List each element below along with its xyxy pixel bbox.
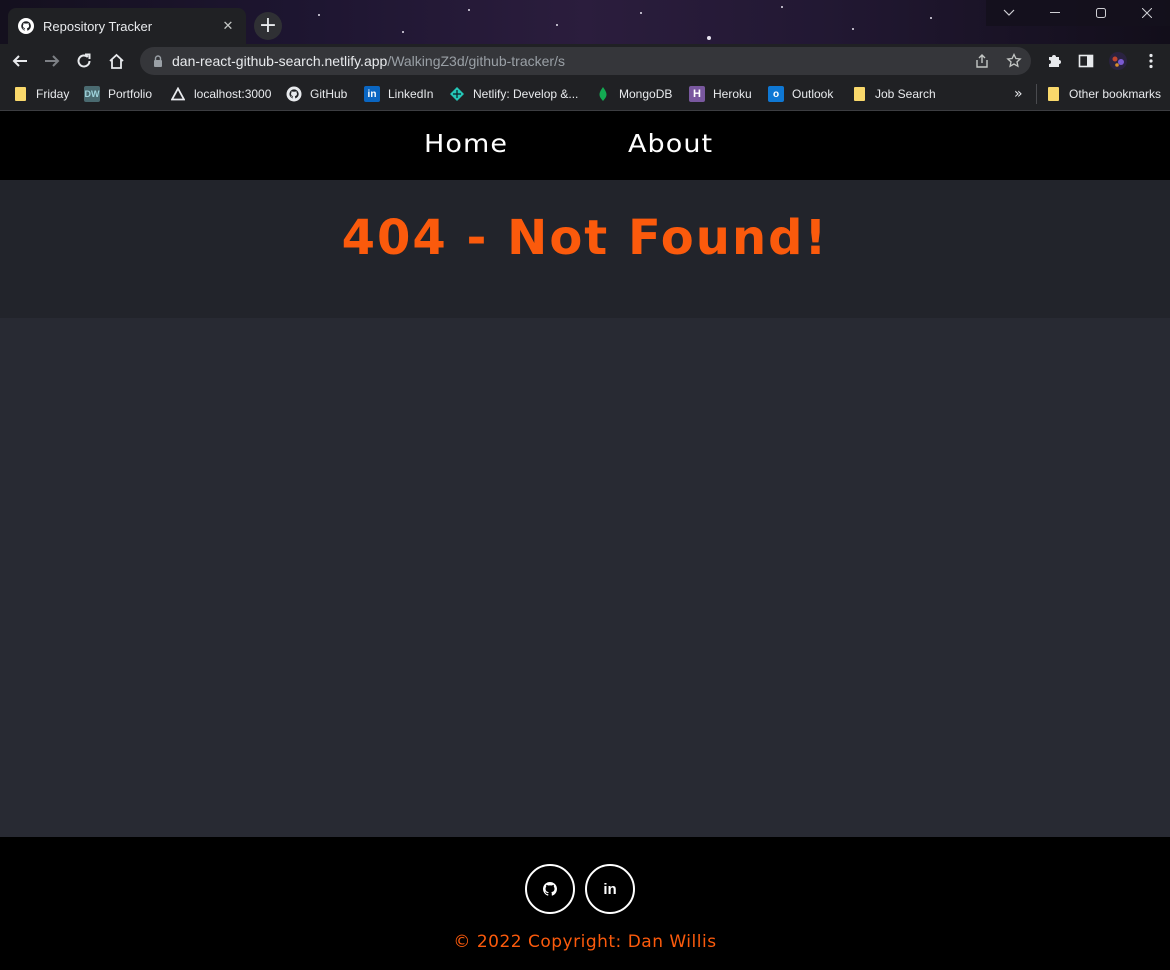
bookmark-label: GitHub — [310, 87, 348, 101]
bookmarks-overflow-button[interactable]: » — [1014, 85, 1023, 103]
background-star — [781, 6, 783, 8]
avatar-icon — [1109, 52, 1127, 70]
hero-banner: 404 - Not Found! — [0, 180, 1170, 318]
bookmark-heroku[interactable]: H Heroku — [689, 85, 752, 103]
github-social-button[interactable] — [525, 864, 575, 914]
browser-tab-active[interactable]: Repository Tracker ✕ — [8, 8, 246, 44]
site-navbar: Home About — [0, 111, 1170, 180]
folder-icon — [851, 86, 867, 102]
home-button[interactable] — [104, 49, 128, 73]
home-icon — [108, 53, 124, 69]
side-panel-icon — [1078, 54, 1094, 68]
window-controls — [986, 0, 1170, 26]
bookmark-localhost[interactable]: localhost:3000 — [170, 85, 271, 103]
main-content — [0, 318, 1170, 837]
folder-icon — [12, 86, 28, 102]
forward-button[interactable] — [40, 49, 64, 73]
browser-tabstrip: Repository Tracker ✕ + — [0, 0, 1170, 44]
close-icon — [1142, 8, 1152, 18]
bookmarks-bar: Friday DW Portfolio localhost:3000 GitHu… — [0, 78, 1170, 111]
outlook-icon: o — [768, 86, 784, 102]
background-star — [318, 14, 320, 16]
dw-icon: DW — [84, 86, 100, 102]
bookmarks-divider — [1036, 84, 1037, 104]
minimize-button[interactable] — [1032, 0, 1078, 26]
bookmark-linkedin[interactable]: in LinkedIn — [364, 85, 433, 103]
bookmark-portfolio[interactable]: DW Portfolio — [84, 85, 152, 103]
background-star — [640, 12, 642, 14]
bookmark-other-bookmarks[interactable]: Other bookmarks — [1045, 85, 1161, 103]
menu-button[interactable] — [1139, 49, 1163, 73]
extensions-button[interactable] — [1042, 49, 1066, 73]
chevron-down-icon — [1003, 9, 1015, 16]
bookmark-label: Outlook — [792, 87, 834, 101]
restore-button[interactable] — [1078, 0, 1124, 26]
background-star — [468, 9, 470, 11]
new-tab-button[interactable]: + — [254, 12, 282, 40]
reload-icon — [77, 53, 91, 68]
bookmark-label: Portfolio — [108, 87, 153, 101]
bookmark-friday[interactable]: Friday — [12, 85, 69, 103]
mongodb-icon — [595, 86, 611, 102]
bookmark-github[interactable]: GitHub — [286, 85, 347, 103]
address-bar[interactable]: dan-react-github-search.netlify.app/Walk… — [140, 47, 1031, 75]
copyright-text: © 2022 Copyright: Dan Willis — [453, 932, 717, 952]
page-title: 404 - Not Found! — [341, 210, 829, 266]
linkedin-icon: in — [364, 86, 380, 102]
arrow-right-icon — [45, 55, 60, 67]
bookmark-label: Netlify: Develop &... — [473, 87, 579, 101]
bookmark-label: localhost:3000 — [194, 87, 272, 101]
nav-home-link[interactable]: Home — [424, 129, 508, 158]
tab-close-icon[interactable]: ✕ — [220, 18, 236, 34]
bookmark-label: MongoDB — [619, 87, 673, 101]
bookmark-label: Other bookmarks — [1069, 87, 1162, 101]
bookmark-outlook[interactable]: o Outlook — [768, 85, 833, 103]
bookmark-label: Job Search — [875, 87, 936, 101]
site-footer: in © 2022 Copyright: Dan Willis — [0, 837, 1170, 970]
close-window-button[interactable] — [1124, 0, 1170, 26]
background-star — [402, 31, 404, 33]
bookmark-label: Friday — [36, 87, 70, 101]
bookmark-mongodb[interactable]: MongoDB — [595, 85, 672, 103]
star-icon[interactable] — [1005, 52, 1023, 70]
background-star — [707, 36, 711, 40]
linkedin-icon: in — [603, 880, 617, 898]
bookmark-job-search[interactable]: Job Search — [851, 85, 936, 103]
github-icon — [543, 882, 557, 896]
folder-icon — [1045, 86, 1061, 102]
puzzle-icon — [1049, 55, 1061, 67]
bookmark-netlify[interactable]: Netlify: Develop &... — [449, 85, 578, 103]
bookmark-label: LinkedIn — [388, 87, 434, 101]
bookmark-label: Heroku — [713, 87, 752, 101]
more-vertical-icon — [1149, 53, 1153, 69]
minimize-icon — [1050, 12, 1060, 13]
lock-icon — [154, 55, 162, 67]
triangle-icon — [170, 86, 186, 102]
side-panel-button[interactable] — [1074, 49, 1098, 73]
tab-title: Repository Tracker — [43, 18, 153, 34]
linkedin-social-button[interactable]: in — [585, 864, 635, 914]
tab-search-button[interactable] — [986, 0, 1032, 26]
background-star — [556, 24, 558, 26]
nav-about-link[interactable]: About — [628, 129, 713, 158]
github-icon — [286, 86, 302, 102]
url-path: /WalkingZ3d/github-tracker/s — [387, 53, 565, 69]
url-text[interactable]: dan-react-github-search.netlify.app/Walk… — [172, 53, 565, 69]
background-star — [852, 28, 854, 30]
background-star — [930, 17, 932, 19]
restore-icon — [1096, 8, 1106, 18]
url-host: dan-react-github-search.netlify.app — [172, 53, 388, 69]
back-button[interactable] — [8, 49, 32, 73]
reload-button[interactable] — [72, 49, 96, 73]
heroku-icon: H — [689, 86, 705, 102]
netlify-icon — [449, 86, 465, 102]
arrow-left-icon — [12, 55, 27, 67]
github-icon — [18, 18, 34, 34]
profile-button[interactable] — [1106, 49, 1130, 73]
browser-toolbar: dan-react-github-search.netlify.app/Walk… — [0, 44, 1170, 78]
share-icon[interactable] — [973, 52, 991, 70]
